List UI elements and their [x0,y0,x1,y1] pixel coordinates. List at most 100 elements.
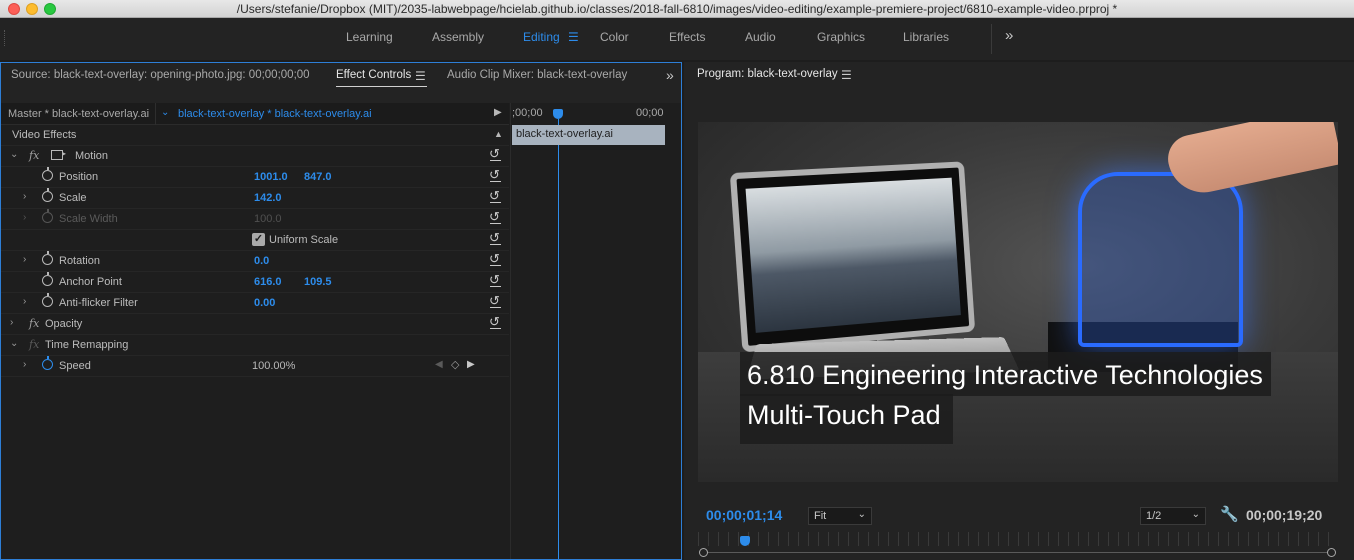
playhead-timecode[interactable]: 00;00;01;14 [706,507,782,523]
tab-effect-controls[interactable]: Effect Controls [336,69,411,81]
workspace-tab-libraries[interactable]: Libraries [903,30,949,44]
master-clip-bar: Master * black-text-overlay.ai ⌄ black-t… [1,103,509,125]
settings-wrench-icon[interactable]: 🔧 [1220,505,1239,523]
active-tab-indicator [336,86,427,87]
scale-width-value: 100.0 [254,213,282,225]
video-touch-device [1078,172,1243,347]
playhead-handle[interactable] [553,109,563,119]
position-x-value[interactable]: 1001.0 [254,171,288,183]
reset-icon[interactable] [489,209,502,225]
property-position-row: Position 1001.0 847.0 [1,167,509,188]
video-effects-header: Video Effects ▲ [1,125,509,146]
effect-opacity-row[interactable]: › fx Opacity [1,314,509,335]
reset-icon[interactable] [489,251,502,267]
stopwatch-icon [42,209,53,223]
workspace-tab-learning[interactable]: Learning [346,30,393,44]
zoom-right-handle[interactable] [1327,548,1336,557]
workspace-tab-assembly[interactable]: Assembly [432,30,484,44]
clip-dropdown-chevron-icon[interactable]: ⌄ [161,107,169,118]
chevron-right-icon[interactable]: › [23,254,26,265]
transform-box-icon[interactable] [51,149,66,160]
anti-flicker-value[interactable]: 0.00 [254,297,275,309]
add-keyframe-icon[interactable]: ◇ [451,358,459,371]
chevron-right-icon[interactable]: › [23,296,26,307]
master-clip-label[interactable]: Master * black-text-overlay.ai [8,108,149,120]
tab-source[interactable]: Source: black-text-overlay: opening-phot… [11,69,310,81]
program-monitor-panel: Program: black-text-overlay ☰ 6.810 Engi… [684,62,1354,560]
stopwatch-icon[interactable] [42,272,53,286]
program-scrubber[interactable] [698,528,1338,560]
caption-line-2-box: Multi-Touch Pad [740,394,953,444]
chevron-down-icon[interactable]: ⌄ [10,149,18,160]
speed-label: Speed [59,360,91,372]
chevron-right-icon[interactable]: › [23,359,26,370]
reset-icon[interactable] [489,230,502,246]
program-monitor-title[interactable]: Program: black-text-overlay [697,68,838,80]
stopwatch-icon[interactable] [42,251,53,265]
sequence-clip-label[interactable]: black-text-overlay * black-text-overlay.… [178,108,372,120]
property-speed-row: › Speed 100.00% ◀ ◇ ▶ [1,356,509,377]
timeline-clip[interactable]: black-text-overlay.ai [512,125,665,145]
scroll-up-icon[interactable]: ▲ [494,129,503,139]
stopwatch-icon[interactable] [42,356,53,370]
show-timeline-play-icon[interactable]: ▶ [494,107,502,118]
stopwatch-icon[interactable] [42,167,53,181]
property-anchor-point-row: Anchor Point 616.0 109.5 [1,272,509,293]
speed-value[interactable]: 100.00% [252,360,295,372]
stopwatch-icon[interactable] [42,188,53,202]
rotation-value[interactable]: 0.0 [254,255,269,267]
scrubber-playhead[interactable] [740,536,750,546]
workspace-tab-editing[interactable]: Editing [523,30,560,44]
scale-width-label: Scale Width [59,213,118,225]
workspace-tab-color[interactable]: Color [600,30,629,44]
sequence-duration: 00;00;19;20 [1246,507,1323,523]
program-video-frame[interactable]: 6.810 Engineering Interactive Technologi… [698,122,1338,482]
anchor-point-x-value[interactable]: 616.0 [254,276,282,288]
previous-keyframe-icon[interactable]: ◀ [435,359,443,370]
zoom-level-select[interactable]: Fit ⌄ [808,507,872,525]
zoom-scroll-track[interactable] [704,552,1332,553]
effect-controls-menu-icon[interactable]: ☰ [415,69,426,83]
caption-line-1: 6.810 Engineering Interactive Technologi… [747,360,1263,390]
fx-toggle-icon[interactable]: fx [29,149,39,162]
more-workspaces-icon[interactable]: » [1005,27,1013,44]
workspace-grip-handle[interactable] [4,30,8,46]
anchor-point-y-value[interactable]: 109.5 [304,276,332,288]
reset-icon[interactable] [489,314,502,330]
fx-toggle-icon[interactable]: fx [29,317,39,330]
scale-label: Scale [59,192,87,204]
caption-line-2: Multi-Touch Pad [747,400,941,430]
fx-toggle-icon: fx [29,338,40,351]
property-scale-row: › Scale 142.0 [1,188,509,209]
workspace-menu-icon[interactable]: ☰ [568,30,579,44]
reset-icon[interactable] [489,167,502,183]
scale-value[interactable]: 142.0 [254,192,282,204]
effect-motion-row[interactable]: ⌄ fx Motion [1,146,509,167]
tab-audio-clip-mixer[interactable]: Audio Clip Mixer: black-text-overlay [447,69,627,81]
position-y-value[interactable]: 847.0 [304,171,332,183]
property-anti-flicker-row: › Anti-flicker Filter 0.00 [1,293,509,314]
workspace-tab-graphics[interactable]: Graphics [817,30,865,44]
more-panels-icon[interactable]: » [666,67,674,83]
reset-icon[interactable] [489,146,502,162]
reset-icon[interactable] [489,188,502,204]
zoom-left-handle[interactable] [699,548,708,557]
anti-flicker-label: Anti-flicker Filter [59,297,138,309]
property-rotation-row: › Rotation 0.0 [1,251,509,272]
reset-icon[interactable] [489,272,502,288]
chevron-right-icon[interactable]: › [23,191,26,202]
time-ruler[interactable] [698,532,1338,546]
anchor-point-label: Anchor Point [59,276,122,288]
reset-icon[interactable] [489,293,502,309]
effect-time-remapping-row[interactable]: ⌄ fx Time Remapping [1,335,509,356]
workspace-tab-effects[interactable]: Effects [669,30,705,44]
chevron-right-icon[interactable]: › [10,317,13,328]
chevron-down-icon[interactable]: ⌄ [10,338,18,349]
next-keyframe-icon[interactable]: ▶ [467,359,475,370]
workspace-tab-audio[interactable]: Audio [745,30,776,44]
stopwatch-icon[interactable] [42,293,53,307]
uniform-scale-checkbox[interactable]: ✓ [252,233,265,246]
video-effects-label: Video Effects [12,129,77,141]
playback-resolution-select[interactable]: 1/2 ⌄ [1140,507,1206,525]
program-menu-icon[interactable]: ☰ [841,68,852,82]
